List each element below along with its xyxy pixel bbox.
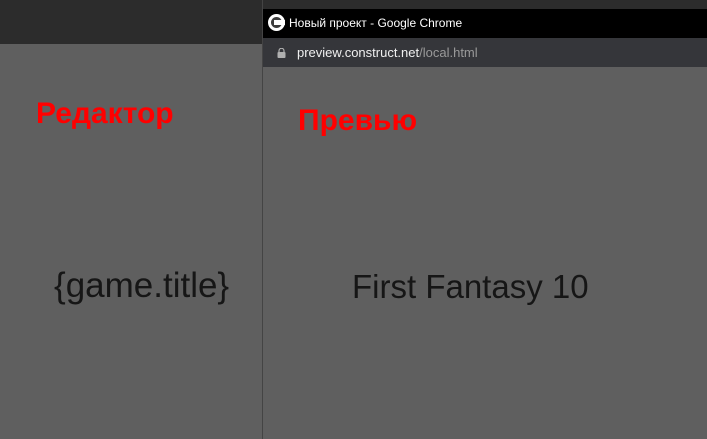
editor-pane: Редактор {game.title} <box>0 0 262 439</box>
chrome-titlebar[interactable]: Новый проект - Google Chrome <box>263 9 707 38</box>
editor-topbar <box>0 0 262 44</box>
url-path: /local.html <box>419 45 478 60</box>
lock-icon <box>277 48 286 58</box>
window-title: Новый проект - Google Chrome <box>289 16 463 30</box>
chrome-preview-window: Новый проект - Google Chrome preview.con… <box>263 0 707 439</box>
game-title-text: First Fantasy 10 <box>352 268 589 305</box>
preview-heading: Превью <box>298 104 418 137</box>
url-text[interactable]: preview.construct.net/local.html <box>297 45 478 60</box>
editor-title-expression[interactable]: {game.title} <box>54 266 229 306</box>
construct-icon <box>268 14 285 31</box>
editor-heading: Редактор <box>36 97 174 130</box>
url-host: preview.construct.net <box>297 45 420 60</box>
address-bar[interactable]: preview.construct.net/local.html <box>263 38 707 67</box>
titlebar-top-strip <box>263 0 707 9</box>
